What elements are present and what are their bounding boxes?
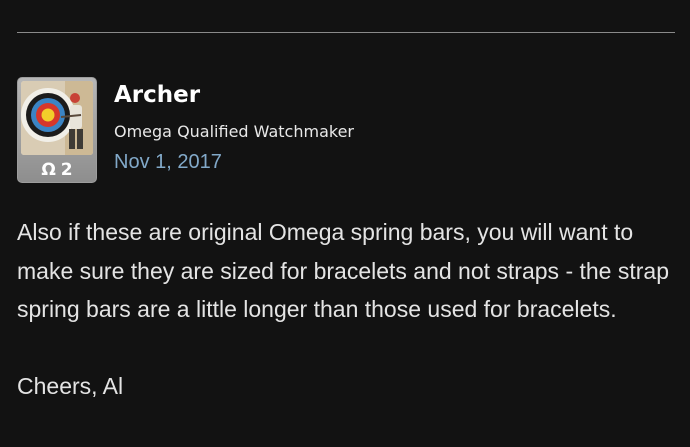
avatar[interactable]: Ω 2 bbox=[17, 77, 97, 183]
divider bbox=[17, 32, 675, 33]
post-date-link[interactable]: Nov 1, 2017 bbox=[114, 152, 222, 172]
post-paragraph: Also if these are original Omega spring … bbox=[17, 219, 669, 322]
avatar-photo bbox=[21, 81, 93, 155]
forum-post: Ω 2 Archer Omega Qualified Watchmaker No… bbox=[0, 0, 690, 447]
author-name[interactable]: Archer bbox=[114, 84, 200, 107]
badge-count: 2 bbox=[60, 159, 73, 180]
omega-icon: Ω bbox=[41, 159, 56, 180]
post-body: Also if these are original Omega spring … bbox=[17, 213, 677, 405]
post-signature: Cheers, Al bbox=[17, 372, 124, 399]
author-title: Omega Qualified Watchmaker bbox=[114, 122, 354, 141]
user-badge: Ω 2 bbox=[18, 156, 96, 183]
